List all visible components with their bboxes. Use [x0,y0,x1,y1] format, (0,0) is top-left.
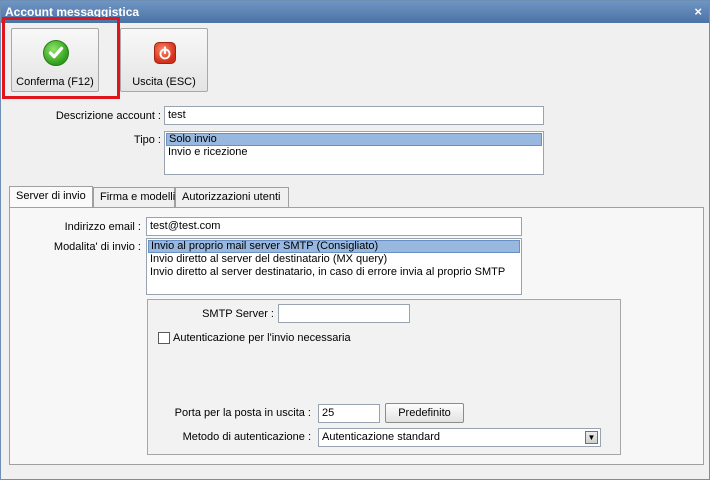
send-mode-label: Modalita' di invio : [53,241,141,253]
email-input[interactable]: test@test.com [146,217,522,236]
send-mode-option-fallback[interactable]: Invio diretto al server destinatario, in… [148,266,520,279]
send-mode-option-mx[interactable]: Invio diretto al server del destinatario… [148,253,520,266]
send-mode-listbox[interactable]: Invio al proprio mail server SMTP (Consi… [146,238,522,295]
smtp-server-label: SMTP Server : [202,308,274,320]
email-label: Indirizzo email : [64,221,141,233]
tab-firma-e-modelli[interactable]: Firma e modelli [93,187,175,208]
description-input[interactable]: test [164,106,544,125]
auth-method-label: Metodo di autenticazione : [182,431,311,443]
tab-server-di-invio[interactable]: Server di invio [9,186,93,209]
port-input[interactable]: 25 [318,404,380,423]
chevron-down-icon[interactable]: ▼ [585,431,598,444]
auth-method-select[interactable]: Autenticazione standard ▼ [318,428,601,447]
type-option-send-only[interactable]: Solo invio [166,133,542,146]
account-window: Account messaggistica × Conferma (F12) U… [0,0,710,480]
exit-button-label: Uscita (ESC) [132,76,196,88]
close-icon[interactable]: × [694,4,702,19]
port-label: Porta per la posta in uscita : [174,407,311,419]
auth-required-checkbox[interactable] [158,332,170,344]
auth-method-value: Autenticazione standard [322,431,441,443]
auth-required-label: Autenticazione per l'invio necessaria [173,332,351,344]
highlight-box [2,17,120,99]
type-listbox[interactable]: Solo invio Invio e ricezione [164,131,544,175]
description-label: Descrizione account : [55,110,161,122]
power-icon [154,42,176,64]
tab-autorizzazioni-utenti[interactable]: Autorizzazioni utenti [175,187,289,208]
type-label: Tipo : [133,134,161,146]
exit-button[interactable]: Uscita (ESC) [120,28,208,92]
type-option-send-receive[interactable]: Invio e ricezione [166,146,542,159]
default-button[interactable]: Predefinito [385,403,464,423]
send-mode-option-smtp[interactable]: Invio al proprio mail server SMTP (Consi… [148,240,520,253]
smtp-server-input[interactable] [278,304,410,323]
